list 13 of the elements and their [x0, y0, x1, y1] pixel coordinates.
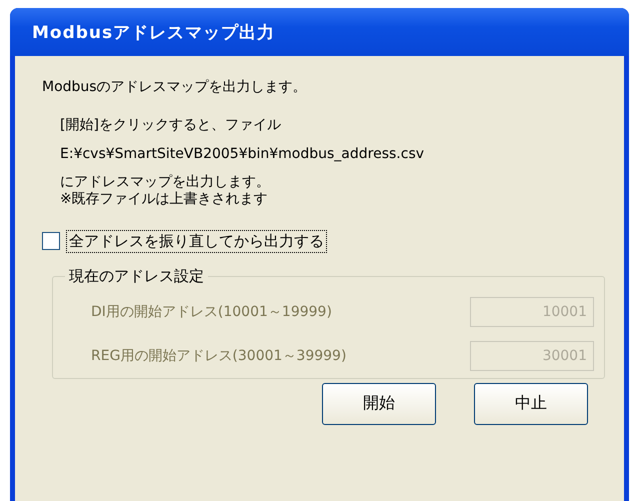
field-label: REG用の開始アドレス(30001～39999)	[91, 346, 346, 365]
group-title: 現在のアドレス設定	[68, 266, 205, 286]
window-title: Modbusアドレスマップ出力	[32, 22, 276, 44]
message-text: E:¥cvs¥SmartSiteVB2005¥bin¥modbus_address.csv	[60, 146, 426, 162]
note-text: にアドレスマップを出力します。	[60, 174, 271, 191]
note-text: ※既存ファイルは上書きされます	[60, 190, 269, 208]
checkbox-label[interactable]: 全アドレスを振り直してから出力する	[66, 230, 327, 253]
checkbox[interactable]	[42, 232, 60, 250]
dialog-button[interactable]: 中止	[474, 382, 588, 425]
message-text: [開始]をクリックすると、ファイル	[60, 116, 282, 134]
field-label: DI用の開始アドレス(10001～19999)	[91, 302, 332, 321]
dialog-button[interactable]: 開始	[322, 382, 436, 425]
intro-text: Modbusのアドレスマップを出力します。	[42, 78, 308, 96]
